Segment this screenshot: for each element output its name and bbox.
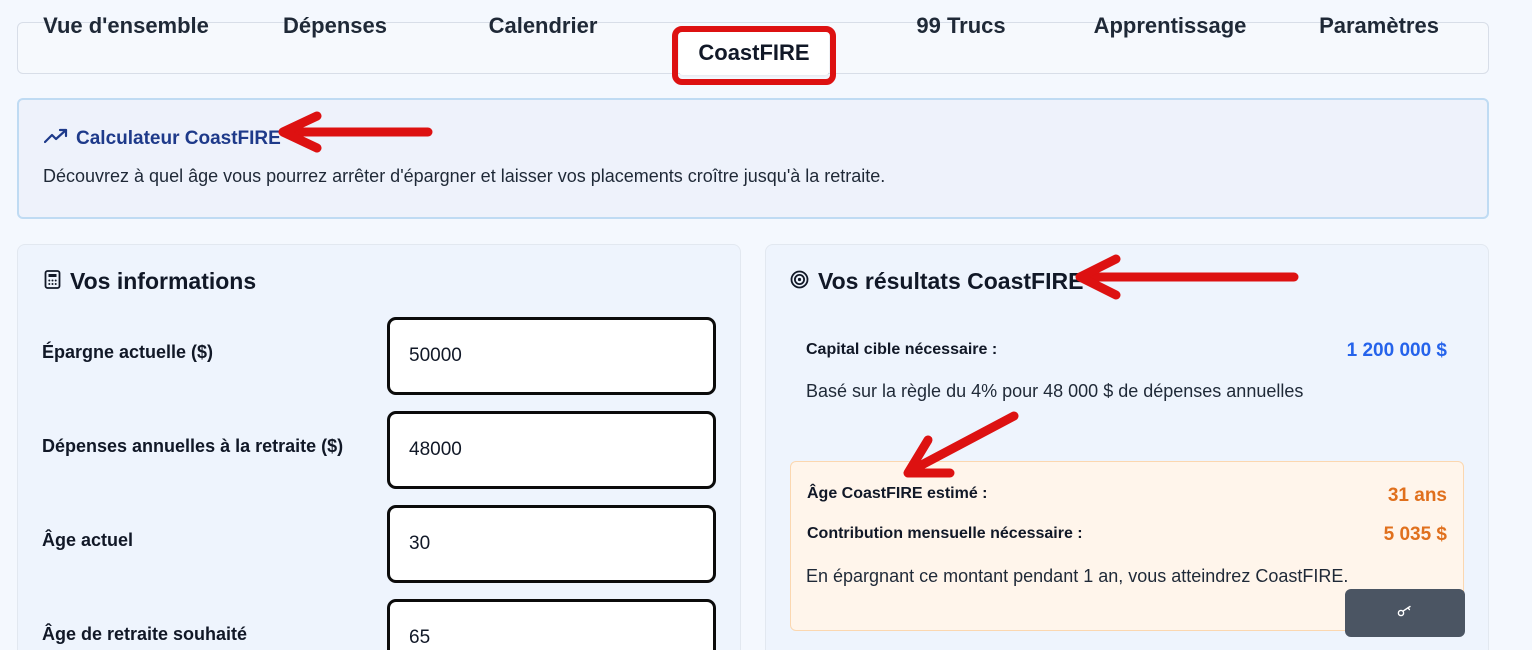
retirement-age-input[interactable]: [387, 599, 716, 650]
highlight-box: [672, 26, 836, 85]
intro-heading: Calculateur CoastFIRE: [43, 126, 281, 152]
coastfire-age-value: 31 ans: [1387, 485, 1447, 506]
contribution-note: En épargnant ce montant pendant 1 an, vo…: [806, 566, 1349, 586]
tab-depenses[interactable]: Dépenses: [255, 8, 415, 44]
info-card-heading: Vos informations: [44, 268, 256, 295]
results-card-heading: Vos résultats CoastFIRE: [790, 268, 1083, 295]
calculator-icon: [44, 268, 61, 295]
savings-input[interactable]: [387, 317, 716, 395]
tab-99-trucs[interactable]: 99 Trucs: [881, 8, 1041, 44]
annotation-arrow-intro: [278, 111, 433, 153]
target-capital-value: 1 200 000 $: [1346, 340, 1447, 361]
expenses-label: Dépenses annuelles à la retraite ($): [42, 436, 344, 456]
intro-description: Découvrez à quel âge vous pourrez arrête…: [43, 166, 886, 186]
coastfire-age-label: Âge CoastFIRE estimé :: [807, 485, 988, 502]
tab-apprentissage[interactable]: Apprentissage: [1080, 8, 1260, 44]
annotation-arrow-estimate: [903, 411, 1019, 478]
trending-up-icon: [43, 128, 68, 150]
target-capital-label: Capital cible nécessaire :: [806, 341, 998, 358]
current-age-label: Âge actuel: [42, 530, 134, 550]
intro-title: Calculateur CoastFIRE: [76, 128, 281, 149]
tab-parametres[interactable]: Paramètres: [1299, 8, 1459, 44]
annotation-arrow-results: [1075, 254, 1299, 300]
tab-vue-ensemble[interactable]: Vue d'ensemble: [26, 8, 226, 44]
savings-label: Épargne actuelle ($): [42, 342, 214, 362]
results-card-title: Vos résultats CoastFIRE: [818, 268, 1084, 294]
monthly-contribution-value: 5 035 $: [1383, 524, 1447, 545]
floating-key-button[interactable]: [1345, 589, 1465, 637]
expenses-input[interactable]: [387, 411, 716, 489]
tab-calendrier[interactable]: Calendrier: [463, 8, 623, 44]
key-icon: [1397, 604, 1413, 622]
intro-banner: [17, 98, 1489, 219]
retirement-age-label: Âge de retraite souhaité: [42, 624, 248, 644]
target-capital-note: Basé sur la règle du 4% pour 48 000 $ de…: [806, 381, 1304, 401]
current-age-input[interactable]: [387, 505, 716, 583]
target-icon: [790, 268, 809, 295]
info-card-title: Vos informations: [70, 268, 257, 294]
monthly-contribution-label: Contribution mensuelle nécessaire :: [807, 525, 1083, 542]
